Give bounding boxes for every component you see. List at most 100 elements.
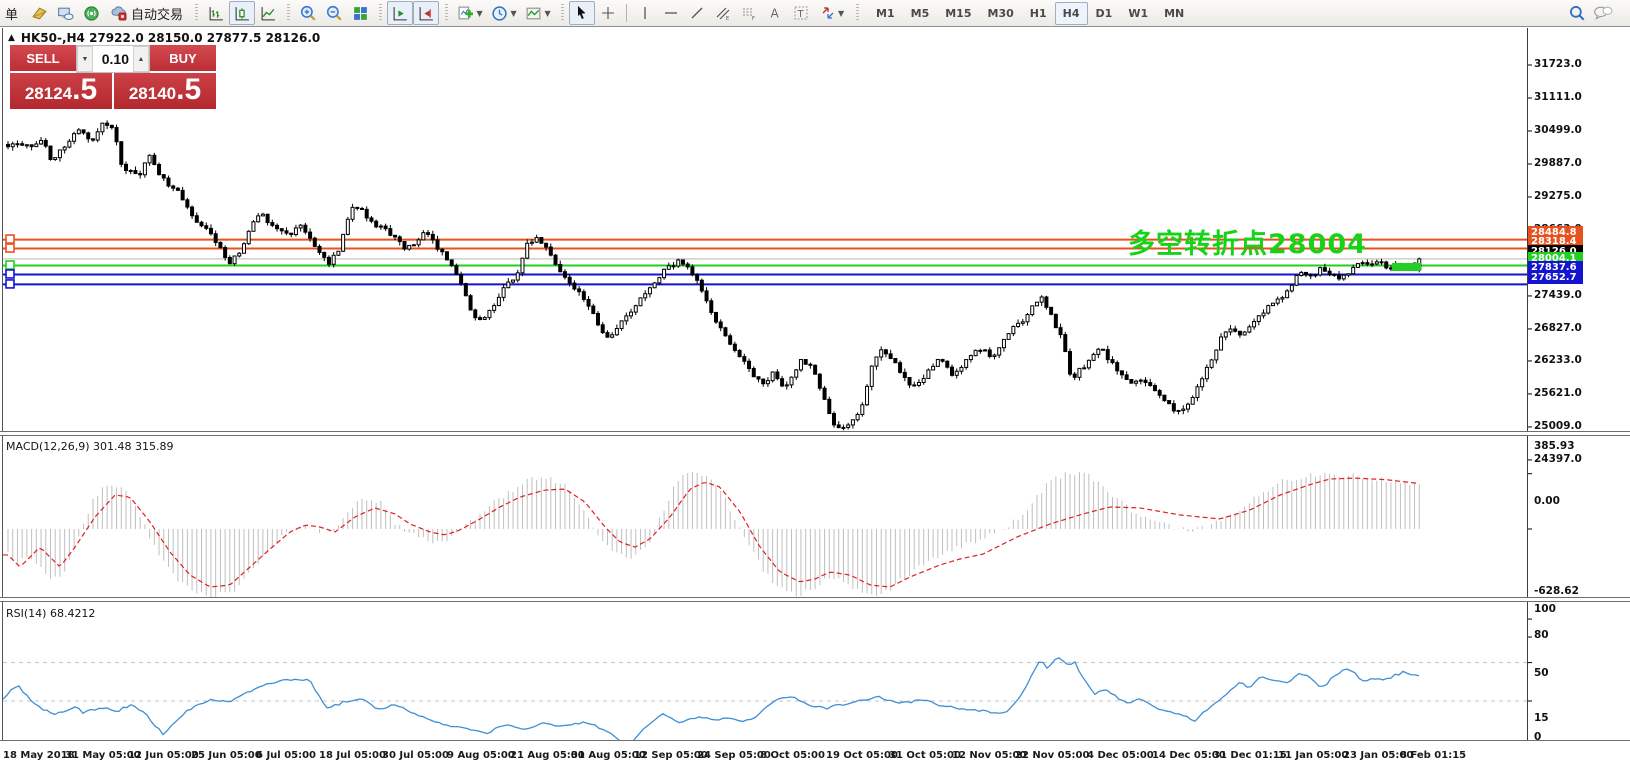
candle-body (96, 132, 99, 140)
candle-body (1054, 314, 1057, 327)
candle-body (445, 252, 448, 260)
candle-body (837, 425, 840, 428)
candle-body (1262, 313, 1265, 316)
collapse-triangle-icon[interactable]: ▲ (8, 33, 15, 43)
candle-body (587, 299, 590, 306)
candle-body (181, 190, 184, 199)
candle-body (729, 336, 732, 344)
chart-area[interactable]: 多空转折点28004 ▲ HK50-,H4 27922.0 28150.0 27… (0, 27, 1630, 769)
volume-decrease-button[interactable]: ▼ (77, 46, 93, 72)
candle-body (1139, 380, 1142, 381)
candle-body (880, 350, 883, 357)
sell-price[interactable]: 28124 .5 (10, 73, 112, 109)
candle-body (847, 425, 850, 427)
candle-body (1102, 349, 1105, 350)
candle-body (979, 350, 982, 351)
candle-body (1158, 391, 1161, 396)
candle-body (101, 123, 104, 132)
candle-body (394, 235, 397, 237)
candle-body (1229, 329, 1232, 332)
candle-body (115, 128, 118, 142)
candle-body (941, 359, 944, 361)
candle-body (875, 357, 878, 366)
candle-body (521, 258, 524, 273)
rsi-tick-label: 50 (1534, 667, 1549, 679)
pane-separator-macd[interactable] (0, 431, 1630, 436)
candle-body (724, 328, 727, 336)
candle-body (1290, 285, 1293, 291)
candle-body (82, 130, 85, 133)
green-marker-rect (1392, 263, 1421, 271)
candle-body (261, 214, 264, 216)
candle-body (927, 370, 930, 378)
candle-body (1021, 322, 1024, 323)
candle-body (1347, 274, 1350, 275)
candle-body (1083, 368, 1086, 369)
candle-body (908, 378, 911, 385)
candle-body (757, 377, 760, 379)
buy-button[interactable]: BUY (150, 45, 216, 73)
candle-body (493, 306, 496, 311)
candle-body (1172, 404, 1175, 411)
candle-body (502, 288, 505, 298)
candle-body (526, 243, 529, 258)
candle-body (965, 360, 968, 368)
candle-body (1220, 337, 1223, 350)
candle-body (799, 360, 802, 370)
candle-body (554, 255, 557, 264)
candle-body (512, 280, 515, 282)
buy-price[interactable]: 28140 .5 (114, 73, 216, 109)
candle-body (563, 272, 566, 278)
candle-body (87, 133, 90, 139)
candle-body (1045, 297, 1048, 307)
candle-body (1271, 303, 1274, 305)
candle-body (951, 367, 954, 375)
candle-body (1328, 271, 1331, 274)
candle-body (1163, 395, 1166, 400)
candle-body (398, 237, 401, 242)
candle-body (1002, 339, 1005, 347)
price-tick-label: 27439.0 (1534, 289, 1582, 301)
chart-canvas[interactable] (0, 0, 1630, 769)
candle-body (1097, 349, 1100, 354)
candle-body (1069, 352, 1072, 374)
candle-body (743, 357, 746, 362)
candle-body (507, 282, 510, 288)
candle-body (49, 146, 52, 159)
price-axis-border[interactable] (1527, 28, 1528, 741)
price-tick-label: 29275.0 (1534, 190, 1582, 202)
candle-body (719, 322, 722, 328)
candle-body (11, 144, 14, 147)
candle-body (460, 274, 463, 283)
trend-annotation-text[interactable]: 多空转折点28004 (1128, 222, 1367, 261)
candle-body (771, 372, 774, 381)
candle-body (861, 405, 864, 415)
time-axis-label: 9 Aug 05:00 (447, 750, 515, 761)
candle-body (139, 174, 142, 175)
candle-body (653, 283, 656, 288)
candle-body (209, 228, 212, 233)
candle-body (143, 163, 146, 175)
candle-body (545, 243, 548, 247)
candle-body (634, 306, 637, 312)
pane-separator-rsi[interactable] (0, 597, 1630, 602)
candle-body (818, 374, 821, 388)
candle-body (389, 229, 392, 236)
candle-body (856, 414, 859, 419)
candle-body (814, 365, 817, 374)
sell-button[interactable]: SELL (10, 45, 76, 73)
price-tick-label: 26827.0 (1534, 322, 1582, 334)
rsi-tick-label: 100 (1534, 603, 1556, 615)
volume-input[interactable]: 0.10 (93, 46, 133, 72)
candle-body (1342, 275, 1345, 279)
candle-body (842, 427, 845, 428)
candle-body (984, 350, 987, 351)
volume-increase-button[interactable]: ▲ (133, 46, 149, 72)
candle-body (483, 318, 486, 320)
candle-body (450, 260, 453, 266)
candle-body (1361, 263, 1364, 264)
candle-body (658, 278, 661, 283)
candle-body (1031, 306, 1034, 315)
candle-body (733, 344, 736, 350)
hline-handle (6, 261, 14, 269)
